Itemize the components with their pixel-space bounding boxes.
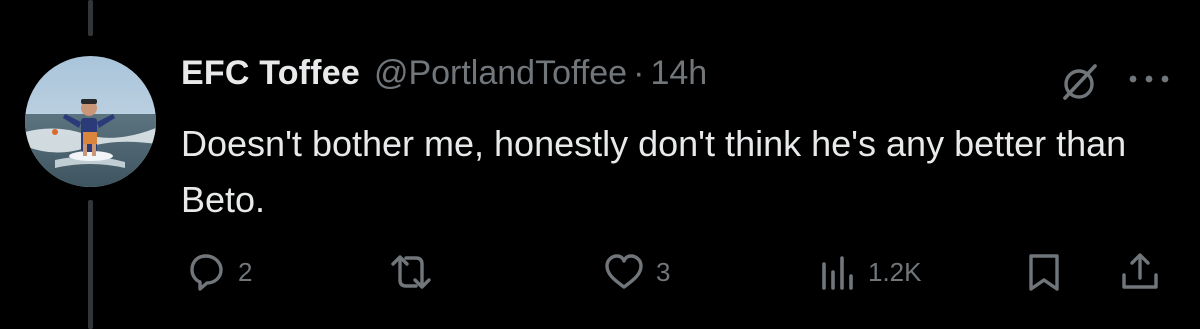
heart-icon	[605, 254, 643, 289]
reply-button[interactable]: 2	[184, 250, 252, 294]
views-button[interactable]: 1.2K	[818, 250, 922, 294]
thread-line-top	[88, 0, 93, 36]
like-button[interactable]: 3	[602, 250, 670, 294]
avatar[interactable]	[25, 56, 156, 187]
retweet-button[interactable]	[386, 250, 446, 294]
reply-icon	[190, 254, 223, 291]
separator-dot: ·	[633, 54, 645, 92]
more-icon[interactable]	[1126, 67, 1172, 91]
bookmark-icon	[1029, 254, 1059, 291]
thread-line-bottom	[88, 200, 93, 329]
share-button[interactable]	[1118, 250, 1162, 294]
bookmark-button[interactable]	[1022, 250, 1066, 294]
display-name[interactable]: EFC Toffee	[181, 54, 360, 93]
views-count: 1.2K	[868, 256, 922, 287]
timestamp[interactable]: 14h	[650, 54, 707, 93]
share-icon	[1122, 253, 1158, 289]
avatar-image	[25, 56, 156, 187]
tweet-text: Doesn't bother me, honestly don't think …	[181, 123, 1127, 220]
reply-count: 2	[238, 256, 253, 287]
handle[interactable]: @PortlandToffee	[374, 54, 627, 93]
tweet-header: EFC Toffee @PortlandToffee · 14h	[181, 54, 707, 104]
retweet-icon	[391, 255, 431, 289]
grok-icon[interactable]	[1056, 59, 1102, 105]
views-icon	[822, 256, 853, 290]
like-count: 3	[656, 256, 671, 287]
